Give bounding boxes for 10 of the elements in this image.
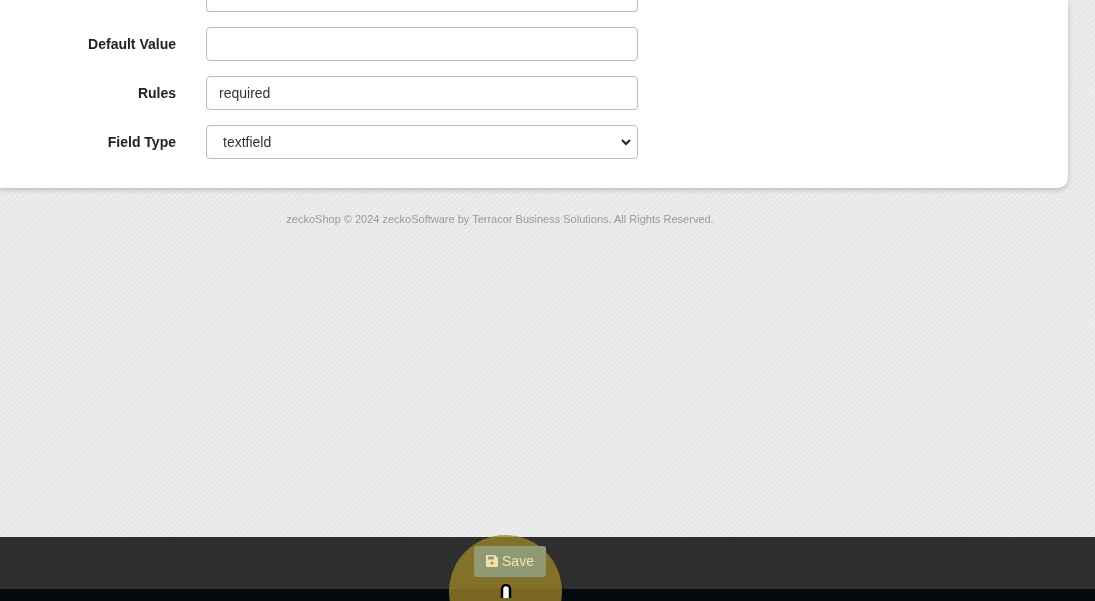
field-label: Field Type <box>106 134 177 150</box>
cursor-icon <box>500 584 512 598</box>
input-field[interactable]: required <box>206 76 638 110</box>
copyright-text: zeckoShop © 2024 zeckoSoftware by Terracor Business Solutions. All Rights Reserved. <box>285 213 715 225</box>
field-label: Rules <box>136 85 177 101</box>
input-field[interactable] <box>206 0 638 12</box>
chevron-down-icon <box>621 138 631 146</box>
input-field[interactable] <box>206 27 638 61</box>
field-label: Default Value <box>87 36 177 52</box>
select-field[interactable]: textfield <box>206 125 638 159</box>
